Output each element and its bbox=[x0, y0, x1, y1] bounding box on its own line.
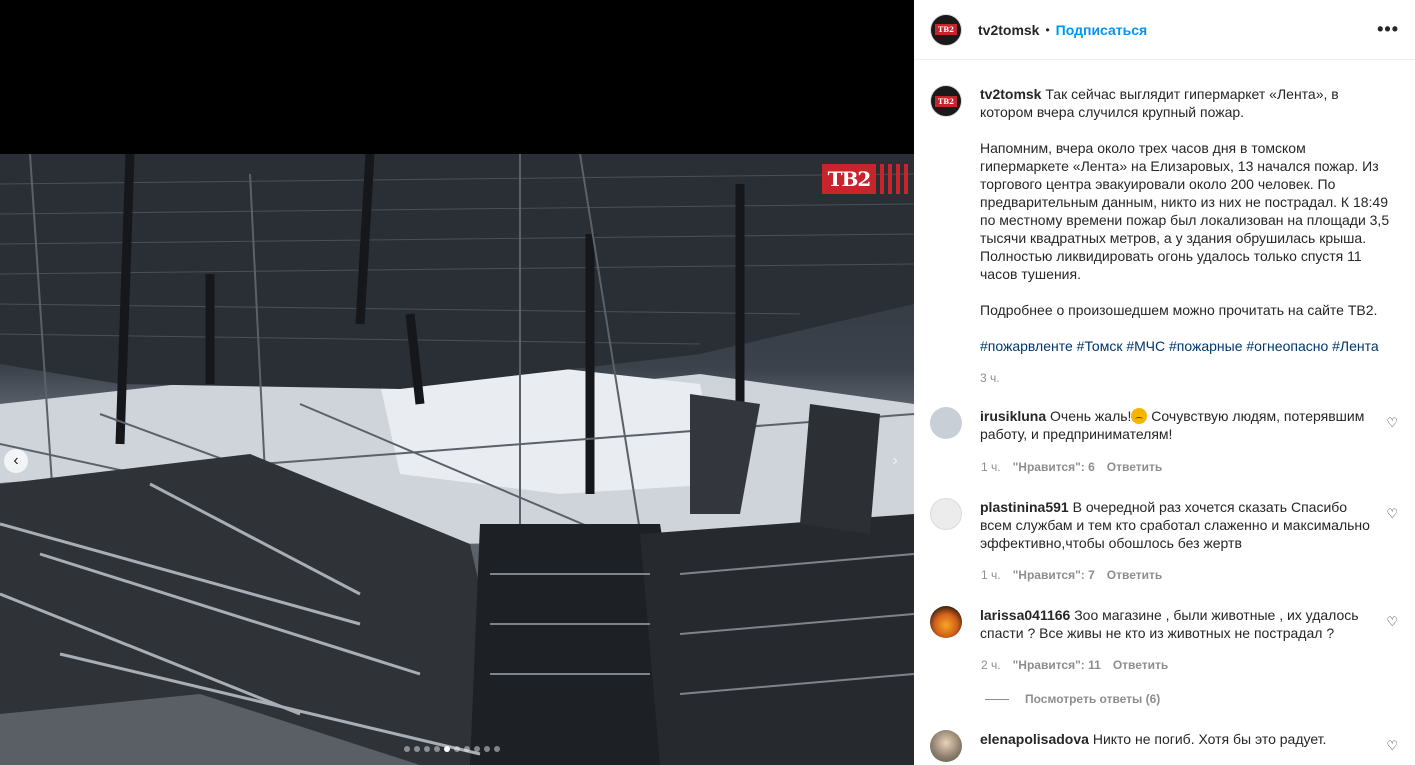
comment-text: larissa041166 Зоо магазине , были животн… bbox=[980, 606, 1370, 642]
carousel-dot bbox=[404, 746, 410, 752]
commenter-avatar[interactable] bbox=[930, 606, 962, 638]
tv2-watermark-bars bbox=[880, 164, 910, 194]
tv2-avatar-logo: ТВ2 bbox=[935, 95, 957, 107]
carousel-dot-active bbox=[444, 746, 450, 752]
tv2-avatar-logo: ТВ2 bbox=[935, 24, 957, 35]
comment-text: plastinina591 В очередной раз хочется ск… bbox=[980, 498, 1370, 552]
comment-item: larissa041166 Зоо магазине , были животн… bbox=[930, 606, 1400, 642]
like-heart-icon[interactable]: ♡ bbox=[1386, 614, 1398, 630]
comment-text: irusikluna Очень жаль! Сочувствую людям,… bbox=[980, 407, 1370, 443]
carousel-dot bbox=[474, 746, 480, 752]
post-media: ТВ2 ‹ › bbox=[0, 0, 914, 765]
commenter-avatar[interactable] bbox=[930, 730, 962, 762]
comment-body: Никто не погиб. Хотя бы это радует. bbox=[1092, 731, 1327, 747]
carousel-dot bbox=[414, 746, 420, 752]
chevron-left-icon: ‹ bbox=[13, 452, 19, 469]
carousel-dot bbox=[454, 746, 460, 752]
comment-likes[interactable]: "Нравится": 6 bbox=[1013, 460, 1095, 474]
author-username[interactable]: tv2tomsk bbox=[978, 22, 1039, 38]
hashtag-link[interactable]: #огнеопасно bbox=[1246, 338, 1328, 354]
like-heart-icon[interactable]: ♡ bbox=[1386, 738, 1398, 754]
comment-meta: 1 ч. "Нравится": 6 Ответить bbox=[981, 460, 1162, 474]
post-side-panel: ТВ2 tv2tomsk • Подписаться ••• ТВ2 tv2to… bbox=[914, 0, 1415, 765]
hashtag-link[interactable]: #МЧС bbox=[1126, 338, 1165, 354]
comment-meta: 2 ч. "Нравится": 11 Ответить bbox=[981, 658, 1168, 672]
tv2-watermark-logo: ТВ2 bbox=[822, 164, 876, 194]
caption-username[interactable]: tv2tomsk bbox=[980, 86, 1041, 102]
comment-username[interactable]: irusikluna bbox=[980, 408, 1046, 424]
commenter-avatar[interactable] bbox=[930, 498, 962, 530]
sad-face-emoji-icon bbox=[1131, 408, 1148, 424]
like-heart-icon[interactable]: ♡ bbox=[1386, 506, 1398, 522]
comment-item: elenapolisadova Никто не погиб. Хотя бы … bbox=[930, 730, 1400, 762]
hashtag-link[interactable]: #пожарные bbox=[1169, 338, 1243, 354]
like-heart-icon[interactable]: ♡ bbox=[1386, 415, 1398, 431]
caption-body: tv2tomsk Так сейчас выглядит гипермаркет… bbox=[980, 85, 1392, 387]
carousel-prev-button[interactable]: ‹ bbox=[4, 449, 28, 473]
comment-likes[interactable]: "Нравится": 7 bbox=[1013, 568, 1095, 582]
comment-time[interactable]: 2 ч. bbox=[981, 658, 1001, 672]
follow-button[interactable]: Подписаться bbox=[1056, 22, 1148, 38]
chevron-right-icon: › bbox=[892, 452, 898, 469]
post-caption: ТВ2 tv2tomsk Так сейчас выглядит гиперма… bbox=[914, 61, 1415, 387]
carousel-dot bbox=[424, 746, 430, 752]
hashtag-link[interactable]: #пожарвленте bbox=[980, 338, 1073, 354]
view-replies-label: Посмотреть ответы (6) bbox=[1025, 692, 1161, 706]
more-options-icon[interactable]: ••• bbox=[1377, 19, 1399, 40]
view-replies-button[interactable]: Посмотреть ответы (6) bbox=[985, 692, 1160, 706]
comment-meta: 1 ч. "Нравится": 7 Ответить bbox=[981, 568, 1162, 582]
comment-username[interactable]: plastinina591 bbox=[980, 499, 1069, 515]
post-photo bbox=[0, 154, 914, 765]
carousel-next-button[interactable]: › bbox=[883, 449, 907, 473]
comment-text: elenapolisadova Никто не погиб. Хотя бы … bbox=[980, 730, 1370, 762]
comment-body: Очень жаль! bbox=[1050, 408, 1132, 424]
comment-time[interactable]: 1 ч. bbox=[981, 568, 1001, 582]
carousel-dot bbox=[494, 746, 500, 752]
caption-paragraph: Подробнее о произошедшем можно прочитать… bbox=[980, 302, 1378, 318]
hashtag-link[interactable]: #Лента bbox=[1332, 338, 1379, 354]
reply-button[interactable]: Ответить bbox=[1107, 460, 1162, 474]
reply-button[interactable]: Ответить bbox=[1113, 658, 1168, 672]
caption-author-avatar[interactable]: ТВ2 bbox=[930, 85, 962, 117]
comment-username[interactable]: elenapolisadova bbox=[980, 731, 1089, 747]
header-separator: • bbox=[1045, 22, 1050, 37]
comment-item: irusikluna Очень жаль! Сочувствую людям,… bbox=[930, 407, 1400, 443]
post-timestamp[interactable]: 3 ч. bbox=[980, 369, 1392, 387]
caption-paragraph: Напомним, вчера около трех часов дня в т… bbox=[980, 140, 1390, 282]
carousel-dot bbox=[464, 746, 470, 752]
comment-item: plastinina591 В очередной раз хочется ск… bbox=[930, 498, 1400, 552]
comment-username[interactable]: larissa041166 bbox=[980, 607, 1070, 623]
comment-time[interactable]: 1 ч. bbox=[981, 460, 1001, 474]
author-avatar[interactable]: ТВ2 bbox=[930, 13, 962, 46]
reply-button[interactable]: Ответить bbox=[1107, 568, 1162, 582]
carousel-indicator bbox=[404, 746, 500, 752]
fire-damage-image bbox=[0, 154, 914, 765]
carousel-dot bbox=[434, 746, 440, 752]
caption-hashtags: #пожарвленте #Томск #МЧС #пожарные #огне… bbox=[980, 337, 1392, 355]
comments-scroll-area[interactable]: ТВ2 tv2tomsk Так сейчас выглядит гиперма… bbox=[914, 61, 1415, 765]
carousel-dot bbox=[484, 746, 490, 752]
replies-divider-line bbox=[985, 698, 1009, 700]
comment-likes[interactable]: "Нравится": 11 bbox=[1013, 658, 1101, 672]
hashtag-link[interactable]: #Томск bbox=[1077, 338, 1123, 354]
post-header: ТВ2 tv2tomsk • Подписаться ••• bbox=[914, 0, 1415, 60]
commenter-avatar[interactable] bbox=[930, 407, 962, 439]
